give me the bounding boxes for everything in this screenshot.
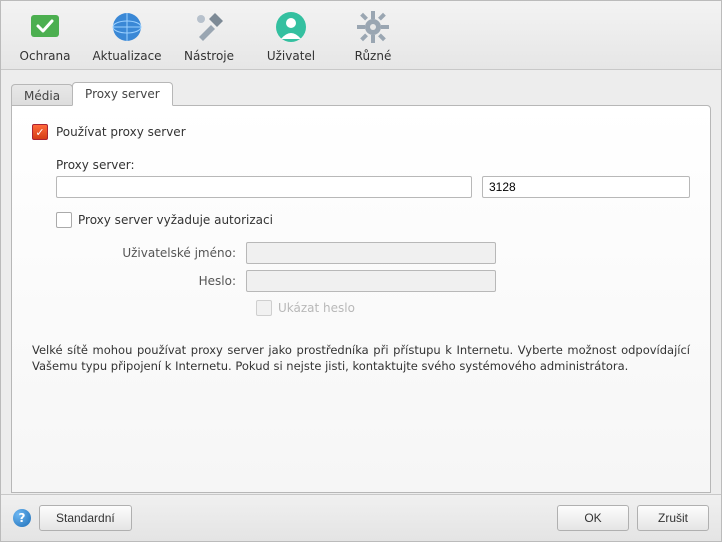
- require-auth-row[interactable]: Proxy server vyžaduje autorizaci: [56, 212, 690, 228]
- toolbar-item-updates[interactable]: Aktualizace: [97, 9, 157, 63]
- proxy-panel: Používat proxy server Proxy server: Prox…: [11, 105, 711, 493]
- settings-window: Ochrana Aktualizace Nástroje Uživatel Rů…: [0, 0, 722, 542]
- shield-check-icon: [27, 9, 63, 45]
- require-auth-label: Proxy server vyžaduje autorizaci: [78, 213, 273, 227]
- ok-button[interactable]: OK: [557, 505, 629, 531]
- tools-icon: [191, 9, 227, 45]
- require-auth-checkbox[interactable]: [56, 212, 72, 228]
- show-password-row: Ukázat heslo: [256, 300, 690, 316]
- use-proxy-row[interactable]: Používat proxy server: [32, 124, 690, 140]
- toolbar-item-tools[interactable]: Nástroje: [179, 9, 239, 63]
- toolbar-label: Uživatel: [267, 49, 315, 63]
- use-proxy-checkbox[interactable]: [32, 124, 48, 140]
- show-password-checkbox: [256, 300, 272, 316]
- proxy-form: Proxy server: Proxy server vyžaduje auto…: [56, 158, 690, 316]
- content-area: Média Proxy server Používat proxy server…: [1, 70, 721, 494]
- toolbar-label: Ochrana: [20, 49, 71, 63]
- toolbar-item-protection[interactable]: Ochrana: [15, 9, 75, 63]
- proxy-port-input[interactable]: [482, 176, 690, 198]
- toolbar-item-misc[interactable]: Různé: [343, 9, 403, 63]
- toolbar-item-user[interactable]: Uživatel: [261, 9, 321, 63]
- show-password-label: Ukázat heslo: [278, 301, 355, 315]
- footer-bar: ? Standardní OK Zrušit: [1, 494, 721, 541]
- tab-media[interactable]: Média: [11, 84, 73, 107]
- toolbar-label: Aktualizace: [92, 49, 161, 63]
- globe-icon: [109, 9, 145, 45]
- auth-grid: Uživatelské jméno: Heslo:: [56, 242, 690, 292]
- proxy-server-label: Proxy server:: [56, 158, 690, 172]
- help-icon[interactable]: ?: [13, 509, 31, 527]
- username-label: Uživatelské jméno:: [56, 246, 246, 260]
- tab-proxy-server[interactable]: Proxy server: [72, 82, 173, 106]
- default-button[interactable]: Standardní: [39, 505, 132, 531]
- gear-icon: [355, 9, 391, 45]
- proxy-description: Velké sítě mohou používat proxy server j…: [32, 342, 690, 374]
- password-input: [246, 270, 496, 292]
- use-proxy-label: Používat proxy server: [56, 125, 186, 139]
- toolbar-label: Různé: [355, 49, 392, 63]
- main-toolbar: Ochrana Aktualizace Nástroje Uživatel Rů…: [1, 1, 721, 70]
- username-input: [246, 242, 496, 264]
- tab-bar: Média Proxy server: [11, 82, 711, 106]
- user-icon: [273, 9, 309, 45]
- proxy-server-input[interactable]: [56, 176, 472, 198]
- toolbar-label: Nástroje: [184, 49, 234, 63]
- cancel-button[interactable]: Zrušit: [637, 505, 709, 531]
- password-label: Heslo:: [56, 274, 246, 288]
